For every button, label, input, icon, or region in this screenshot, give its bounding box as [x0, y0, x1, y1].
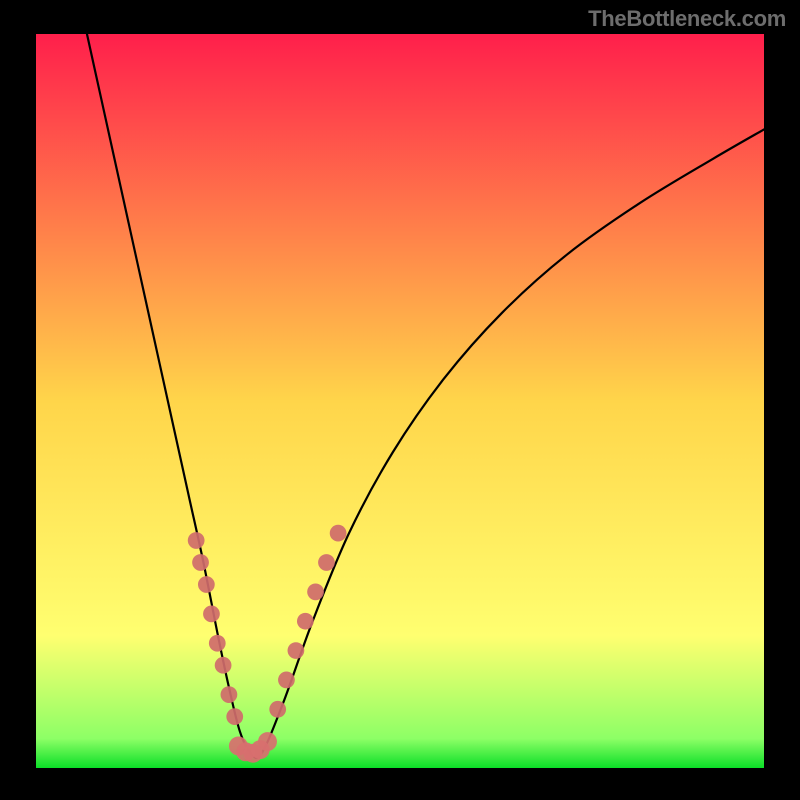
right-cluster-point — [288, 642, 305, 659]
right-cluster-point — [269, 701, 286, 718]
watermark-text: TheBottleneck.com — [588, 6, 786, 32]
left-cluster-point — [209, 635, 226, 652]
plot-background — [36, 34, 764, 768]
left-cluster-point — [221, 686, 238, 703]
chart-canvas — [0, 0, 800, 800]
valley-cluster-point — [258, 732, 277, 751]
right-cluster-point — [297, 613, 314, 630]
right-cluster-point — [318, 554, 335, 571]
left-cluster-point — [188, 532, 205, 549]
right-cluster-point — [330, 525, 347, 542]
left-cluster-point — [226, 708, 243, 725]
right-cluster-point — [278, 672, 295, 689]
left-cluster-point — [198, 576, 215, 593]
left-cluster-point — [203, 605, 220, 622]
left-cluster-point — [215, 657, 232, 674]
right-cluster-point — [307, 583, 324, 600]
left-cluster-point — [192, 554, 209, 571]
